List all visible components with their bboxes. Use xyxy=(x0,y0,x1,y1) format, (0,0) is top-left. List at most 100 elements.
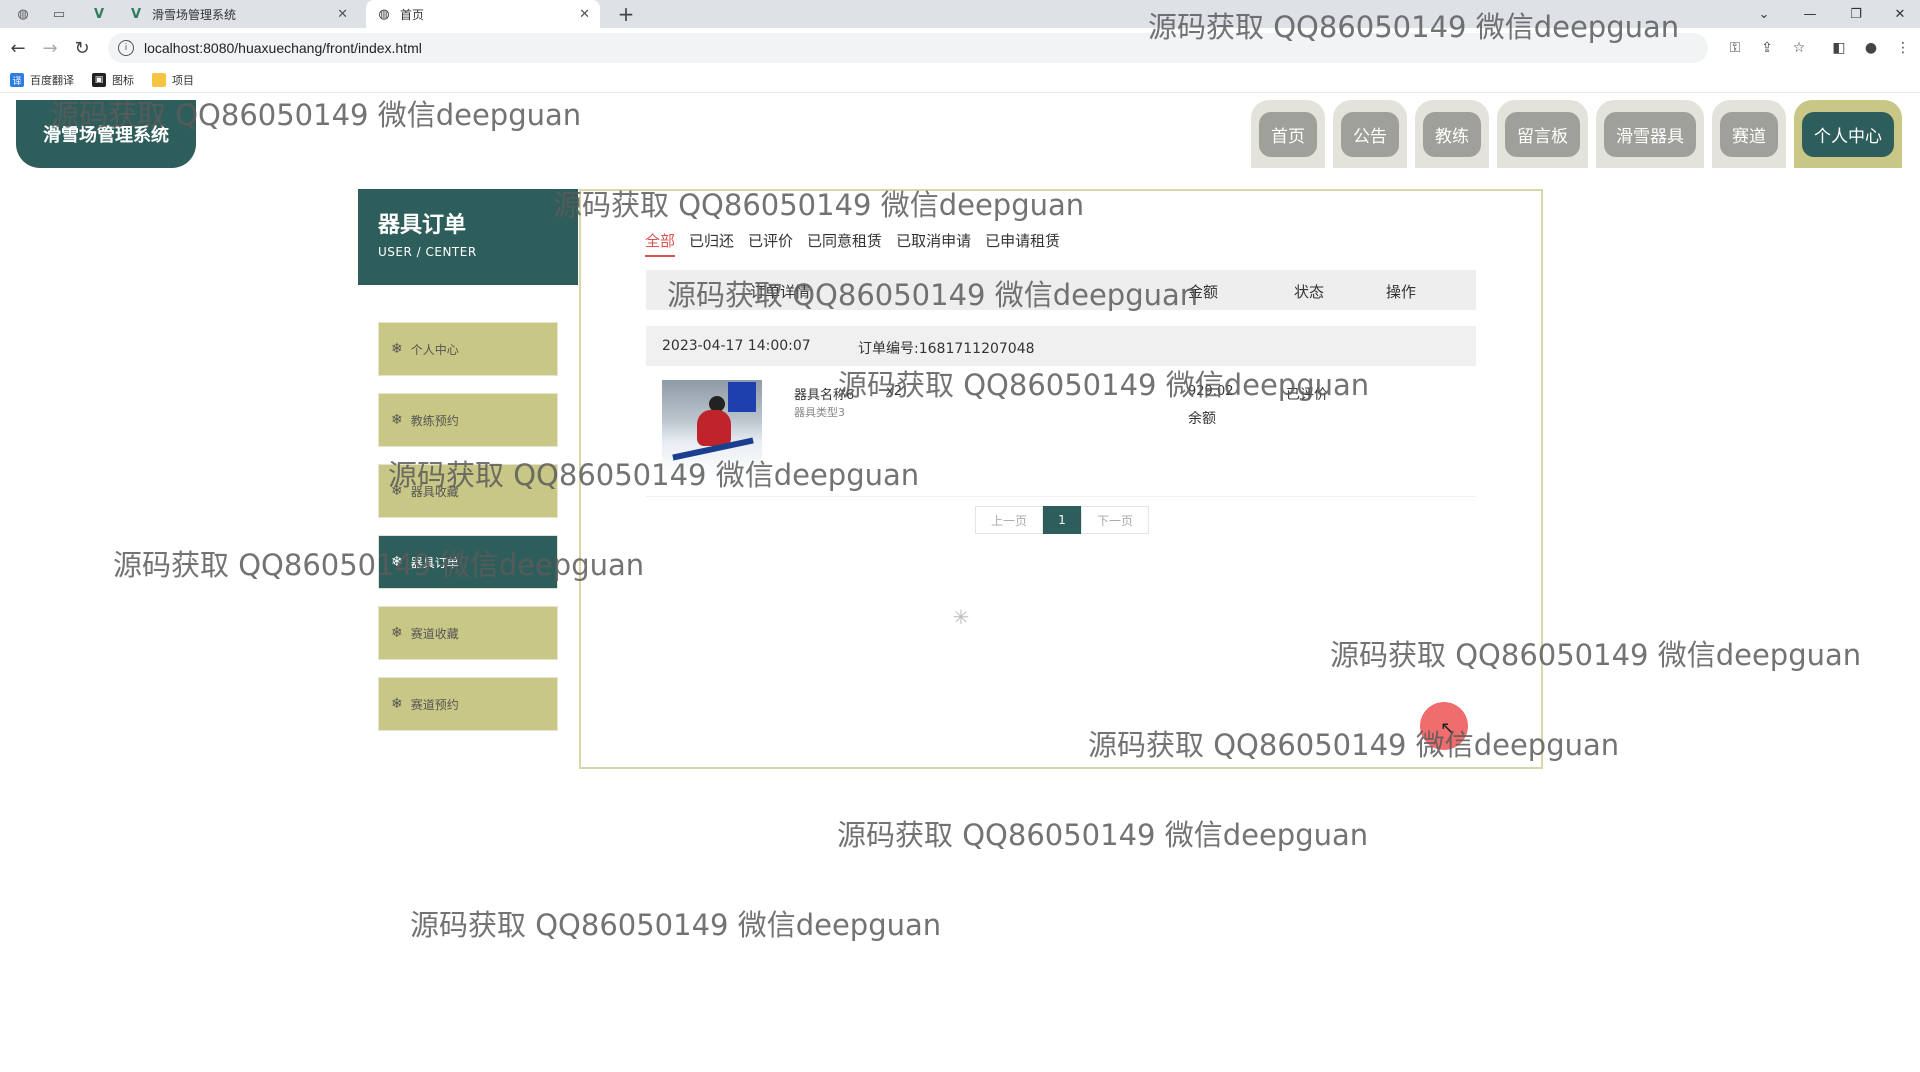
sidebar-item-coach-booking[interactable]: ❄ 教练预约 xyxy=(378,393,558,447)
prev-page-button[interactable]: 上一页 xyxy=(975,506,1043,534)
blank-tab-icon[interactable]: ▭ xyxy=(46,4,72,24)
sidebar-item-track-favorites[interactable]: ❄ 赛道收藏 xyxy=(378,606,558,660)
order-item-row[interactable]: 器具名称6 器具类型3 x2 929.02 余额 已评价 xyxy=(646,366,1476,497)
page-number-button[interactable]: 1 xyxy=(1043,506,1081,534)
nav-announcements[interactable]: 公告 xyxy=(1333,100,1407,168)
bookmark-label: 图标 xyxy=(112,74,134,87)
forward-arrow-icon[interactable]: → xyxy=(38,36,62,60)
column-header: 金额 xyxy=(1188,283,1219,301)
folder-icon xyxy=(152,73,166,87)
bookmark-label: 百度翻译 xyxy=(30,74,74,87)
globe-icon[interactable]: ◍ xyxy=(10,4,36,24)
column-header: 操作 xyxy=(1386,283,1417,301)
tab-admin-system[interactable]: V 滑雪场管理系统 ✕ xyxy=(128,0,358,28)
nav-label: 赛道 xyxy=(1720,111,1778,157)
watermark-text: 源码获取 QQ86050149 微信deepguan xyxy=(837,818,1369,852)
tab-title: 滑雪场管理系统 xyxy=(152,7,237,22)
close-icon[interactable]: ✕ xyxy=(579,7,590,22)
url-text: localhost:8080/huaxuechang/front/index.h… xyxy=(144,40,422,56)
share-icon[interactable]: ⇪ xyxy=(1757,38,1777,58)
loading-spinner-icon: ✳ xyxy=(952,605,970,629)
order-filter-tabs: 全部 已归还 已评价 已同意租赁 已取消申请 已申请租赁 xyxy=(645,230,1074,257)
bookmark-item[interactable]: 项目 xyxy=(152,72,194,88)
nav-label: 公告 xyxy=(1341,111,1399,157)
tab-rental-approved[interactable]: 已同意租赁 xyxy=(807,230,882,257)
back-arrow-icon[interactable]: ← xyxy=(6,36,30,60)
url-field[interactable]: i localhost:8080/huaxuechang/front/index… xyxy=(108,33,1708,63)
sidepanel-icon[interactable]: ◧ xyxy=(1829,38,1849,58)
minimize-button[interactable]: — xyxy=(1790,0,1830,28)
sidebar-item-equipment-orders[interactable]: ❄ 器具订单 xyxy=(378,535,558,589)
pagination: 上一页 1 下一页 xyxy=(975,506,1149,534)
snowflake-icon: ❄ xyxy=(391,625,403,641)
tab-rental-requested[interactable]: 已申请租赁 xyxy=(985,230,1060,257)
nav-tracks[interactable]: 赛道 xyxy=(1712,100,1786,168)
watermark-text: 源码获取 QQ86050149 微信deepguan xyxy=(410,908,942,942)
bookmark-item[interactable]: ▣ 图标 xyxy=(92,72,134,88)
vue-logo-icon[interactable]: V xyxy=(86,4,112,24)
product-name[interactable]: 器具名称6 xyxy=(794,384,854,403)
column-header: 状态 xyxy=(1294,283,1325,301)
tab-home[interactable]: ◍ 首页 ✕ xyxy=(366,0,600,28)
nav-user-center[interactable]: 个人中心 xyxy=(1794,100,1902,168)
snowflake-icon: ❄ xyxy=(391,412,403,428)
tab-returned[interactable]: 已归还 xyxy=(689,230,734,257)
sidebar-item-label: 教练预约 xyxy=(410,413,459,428)
sidebar-item-label: 器具订单 xyxy=(410,555,459,570)
globe-icon: ◍ xyxy=(378,6,390,22)
bookmarks-bar: 译 百度翻译 ▣ 图标 项目 xyxy=(0,68,1920,93)
nav-label: 留言板 xyxy=(1505,111,1580,157)
nav-home[interactable]: 首页 xyxy=(1251,100,1325,168)
sidebar-title: 器具订单 xyxy=(378,213,467,238)
star-icon[interactable]: ☆ xyxy=(1789,38,1809,58)
column-header: 订单详情 xyxy=(750,283,811,301)
order-amount: 929.02 xyxy=(1188,384,1234,399)
bookmark-item[interactable]: 译 百度翻译 xyxy=(10,72,74,88)
restore-button[interactable]: ❐ xyxy=(1836,0,1876,28)
sidebar-item-equipment-favorites[interactable]: ❄ 器具收藏 xyxy=(378,464,558,518)
sidebar-item-label: 个人中心 xyxy=(410,342,459,357)
sidebar-item-track-booking[interactable]: ❄ 赛道预约 xyxy=(378,677,558,731)
order-date: 2023-04-17 14:00:07 xyxy=(662,338,811,354)
main-nav: 首页 公告 教练 留言板 滑雪器具 赛道 个人中心 xyxy=(1251,100,1902,168)
profile-icon[interactable]: ● xyxy=(1861,38,1881,58)
product-image[interactable] xyxy=(662,380,762,476)
nav-message-board[interactable]: 留言板 xyxy=(1497,100,1588,168)
mouse-cursor-icon: ↖ xyxy=(1440,718,1456,739)
browser-tab-bar: ◍ ▭ V V 滑雪场管理系统 ✕ ◍ 首页 ✕ + ⌄ — ❐ ✕ xyxy=(0,0,1920,28)
order-number: 订单编号:1681711207048 xyxy=(858,341,1035,357)
site-logo[interactable]: 滑雪场管理系统 xyxy=(16,100,196,168)
reload-icon[interactable]: ↻ xyxy=(70,36,94,60)
tab-reviewed[interactable]: 已评价 xyxy=(748,230,793,257)
nav-coaches[interactable]: 教练 xyxy=(1415,100,1489,168)
nav-label: 个人中心 xyxy=(1802,111,1894,157)
tab-cancelled[interactable]: 已取消申请 xyxy=(896,230,971,257)
snowflake-icon: ❄ xyxy=(391,696,403,712)
sidebar-item-label: 赛道收藏 xyxy=(410,626,459,641)
sidebar-subtitle: USER / CENTER xyxy=(378,245,477,259)
new-tab-button[interactable]: + xyxy=(614,2,638,26)
tab-all[interactable]: 全部 xyxy=(645,230,676,257)
orders-table-header: 订单详情 金额 状态 操作 xyxy=(646,270,1476,310)
order-header-row: 2023-04-17 14:00:07 订单编号:1681711207048 xyxy=(646,326,1476,366)
tab-title: 首页 xyxy=(400,7,425,22)
menu-dots-icon[interactable]: ⋮ xyxy=(1893,38,1913,58)
key-icon[interactable]: ⚿ xyxy=(1725,38,1745,58)
payment-method: 余额 xyxy=(1188,411,1216,427)
info-icon[interactable]: i xyxy=(118,40,134,56)
nav-ski-equipment[interactable]: 滑雪器具 xyxy=(1596,100,1704,168)
gate-flag-shape xyxy=(728,382,756,412)
snowflake-icon: ❄ xyxy=(391,341,403,357)
nav-label: 首页 xyxy=(1259,111,1317,157)
translate-icon: 译 xyxy=(10,73,24,87)
skier-body-shape xyxy=(697,410,731,446)
close-window-button[interactable]: ✕ xyxy=(1880,0,1920,28)
product-type: 器具类型3 xyxy=(794,406,845,419)
sidebar-item-user-center[interactable]: ❄ 个人中心 xyxy=(378,322,558,376)
close-icon[interactable]: ✕ xyxy=(337,7,348,22)
nav-label: 滑雪器具 xyxy=(1604,111,1696,157)
bookmark-label: 项目 xyxy=(172,74,194,87)
tab-search-chevron-icon[interactable]: ⌄ xyxy=(1744,0,1784,28)
vue-logo-icon: V xyxy=(130,6,142,22)
next-page-button[interactable]: 下一页 xyxy=(1081,506,1149,534)
